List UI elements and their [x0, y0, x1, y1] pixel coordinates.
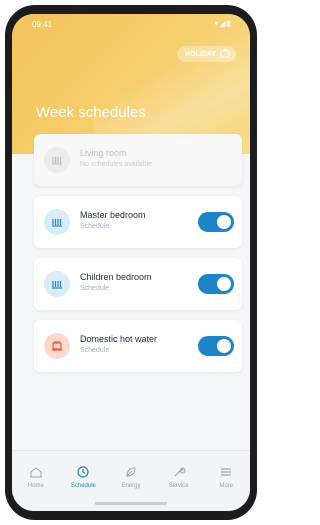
toggle-knob	[217, 339, 231, 353]
nav-label: Energy	[121, 483, 141, 489]
nav-item-home[interactable]: Home	[12, 451, 60, 511]
status-icons: ▾◢▮	[214, 19, 232, 28]
schedule-toggle[interactable]	[198, 212, 234, 232]
nav-label: More	[219, 483, 233, 489]
schedule-card-children-bedroom[interactable]: Children bedroom Schedule	[34, 258, 242, 310]
status-time: 09:41	[32, 20, 53, 29]
home-indicator[interactable]	[95, 502, 167, 505]
radiator-icon	[44, 271, 70, 297]
wrench-icon	[174, 467, 185, 477]
schedule-name: Master bedroom	[80, 210, 146, 220]
menu-icon	[221, 468, 232, 476]
hot-water-icon	[44, 333, 70, 359]
schedule-name: Domestic hot water	[80, 334, 158, 344]
holiday-button[interactable]: HOLIDAY	[177, 46, 236, 62]
schedule-card-master-bedroom[interactable]: Master bedroom Schedule	[34, 196, 242, 248]
schedule-name: Children bedroom	[80, 272, 152, 282]
nav-label: Schedule	[70, 483, 96, 489]
app-screen: 09:41 ▾◢▮ HOLIDAY Week schedules Living …	[12, 14, 250, 511]
holiday-label: HOLIDAY	[185, 50, 216, 58]
clock-icon	[77, 466, 89, 478]
schedule-name: Living room	[80, 148, 127, 158]
status-bar: 09:41 ▾◢▮	[12, 14, 250, 32]
leaf-icon	[126, 467, 136, 477]
radiator-icon	[44, 209, 70, 235]
nav-item-more[interactable]: More	[202, 451, 250, 511]
bottom-nav: Home Schedule Energy Service More	[12, 450, 250, 511]
toggle-knob	[217, 215, 231, 229]
schedule-subtitle: Schedule	[80, 223, 110, 230]
schedule-toggle[interactable]	[198, 274, 234, 294]
schedule-subtitle: Schedule	[80, 347, 110, 354]
radiator-icon	[44, 147, 70, 173]
header-banner: 09:41 ▾◢▮ HOLIDAY Week schedules	[12, 14, 250, 168]
home-icon	[30, 467, 42, 478]
schedule-card-living-room[interactable]: Living room No schedules available	[34, 134, 242, 186]
schedule-list: Living room No schedules available Maste…	[34, 134, 244, 382]
nav-label: Service	[168, 483, 189, 489]
schedule-card-domestic-hot-water[interactable]: Domestic hot water Schedule	[34, 320, 242, 372]
suitcase-icon	[220, 48, 230, 60]
schedule-subtitle: No schedules available	[80, 161, 152, 168]
nav-label: Home	[27, 483, 44, 489]
schedule-toggle[interactable]	[198, 336, 234, 356]
toggle-knob	[217, 277, 231, 291]
page-title: Week schedules	[36, 104, 146, 121]
schedule-subtitle: Schedule	[80, 285, 110, 292]
